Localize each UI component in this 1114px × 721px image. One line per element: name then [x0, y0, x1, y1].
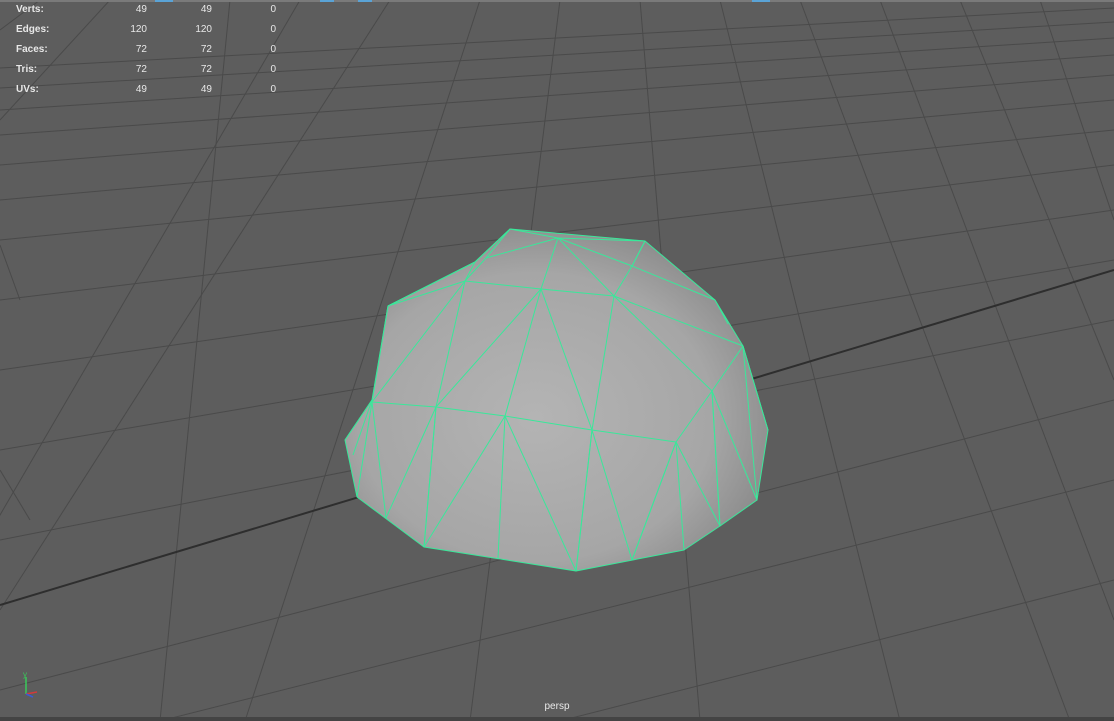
hud-row-faces: Faces: 72 72 0 — [16, 44, 276, 64]
hud-value-object: 120 — [130, 24, 147, 35]
hud-row-edges: Edges: 120 120 0 — [16, 24, 276, 44]
hud-value-selected: 120 — [195, 24, 212, 35]
toolbar-marker — [320, 0, 334, 2]
axis-z-line — [25, 693, 34, 698]
poly-count-hud: Verts: 49 49 0 Edges: 120 120 0 Faces: 7… — [16, 4, 276, 104]
hud-value-component: 0 — [270, 64, 276, 75]
perspective-viewport[interactable]: Verts: 49 49 0 Edges: 120 120 0 Faces: 7… — [0, 0, 1114, 721]
hemisphere-mesh[interactable] — [344, 228, 769, 572]
hud-value-object: 49 — [135, 4, 147, 15]
toolbar-marker — [358, 0, 372, 2]
hud-row-verts: Verts: 49 49 0 — [16, 4, 276, 24]
hud-value-object: 72 — [135, 44, 147, 55]
view-axis-icon: y — [23, 670, 38, 698]
hud-value-component: 0 — [270, 24, 276, 35]
hud-label: Verts: — [16, 4, 44, 15]
hud-row-uvs: UVs: 49 49 0 — [16, 84, 276, 104]
hud-label: UVs: — [16, 84, 39, 95]
camera-name-label: persp — [544, 701, 570, 712]
hud-value-selected: 72 — [200, 44, 212, 55]
hud-row-tris: Tris: 72 72 0 — [16, 64, 276, 84]
hud-value-component: 0 — [270, 4, 276, 15]
toolbar-marker — [155, 0, 173, 2]
axis-x-line — [25, 691, 38, 695]
toolbar-edge — [0, 0, 1114, 2]
viewport-scene[interactable] — [0, 0, 1114, 721]
hud-label: Edges: — [16, 24, 50, 35]
hud-value-selected: 49 — [200, 4, 212, 15]
hud-value-selected: 72 — [200, 64, 212, 75]
viewport-bottom-edge — [0, 717, 1114, 721]
hud-label: Faces: — [16, 44, 48, 55]
hud-label: Tris: — [16, 64, 38, 75]
hud-value-object: 72 — [135, 64, 147, 75]
axis-y-label: y — [23, 670, 27, 679]
hud-value-component: 0 — [270, 44, 276, 55]
hud-value-object: 49 — [135, 84, 147, 95]
hud-value-selected: 49 — [200, 84, 212, 95]
hud-value-component: 0 — [270, 84, 276, 95]
toolbar-marker — [752, 0, 770, 2]
